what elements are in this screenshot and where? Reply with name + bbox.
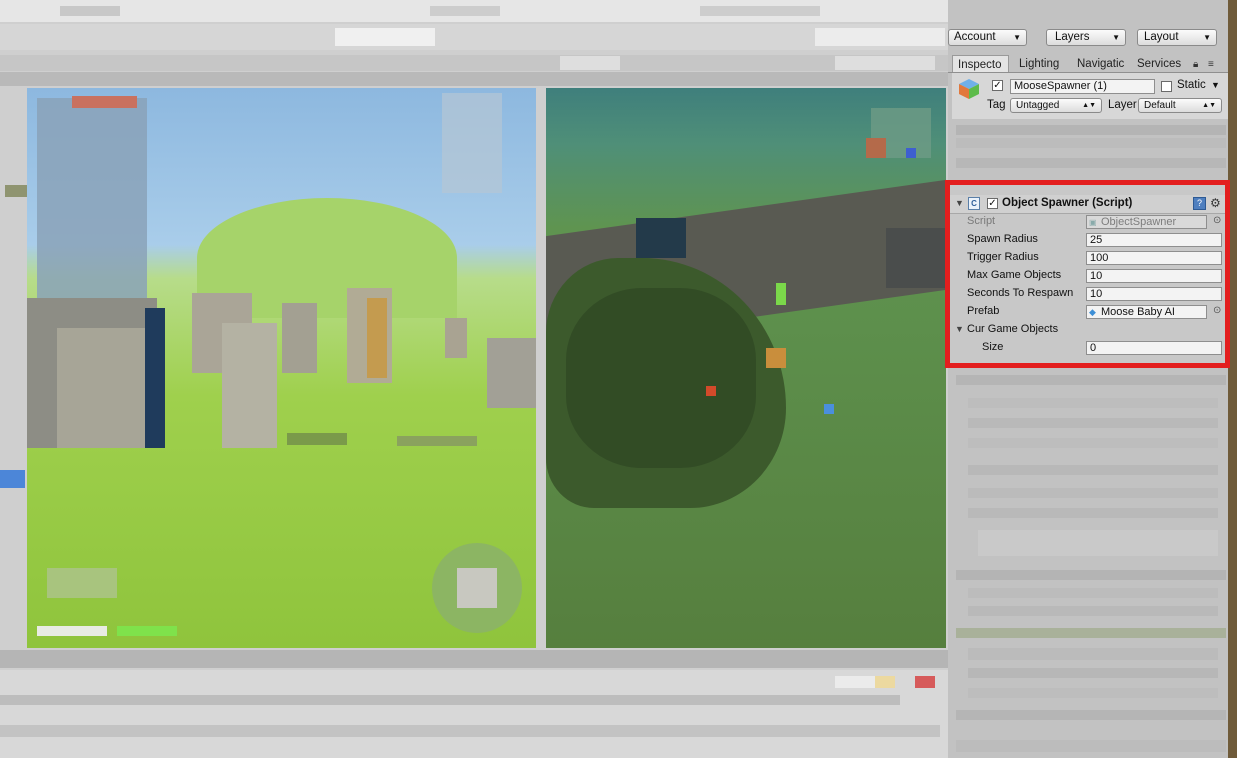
cur-game-objects-label[interactable]: Cur Game Objects bbox=[967, 323, 1058, 335]
help-book-icon[interactable]: ? bbox=[1193, 197, 1206, 210]
trigger-radius-label: Trigger Radius bbox=[967, 251, 1039, 263]
object-picker-icon[interactable]: ⊙ bbox=[1213, 215, 1221, 226]
tag-value: Untagged bbox=[1016, 100, 1060, 111]
scene-view[interactable] bbox=[546, 88, 946, 648]
static-checkbox[interactable] bbox=[1161, 81, 1172, 92]
tag-label: Tag bbox=[987, 99, 1006, 111]
active-checkbox[interactable]: ✓ bbox=[992, 80, 1003, 91]
tab-services[interactable]: Services bbox=[1137, 55, 1181, 73]
collapse-arrow-icon[interactable]: ▼ bbox=[955, 198, 964, 208]
layers-dropdown[interactable]: Layers ▼ bbox=[1046, 29, 1126, 46]
gear-icon[interactable]: ⚙ bbox=[1210, 196, 1221, 210]
trigger-radius-field[interactable]: 100 bbox=[1086, 251, 1222, 265]
prefab-field[interactable]: ◆ Moose Baby AI bbox=[1086, 305, 1207, 319]
account-dropdown[interactable]: Account ▼ bbox=[948, 29, 1027, 46]
tab-menu-icon[interactable]: ≡ bbox=[1208, 59, 1214, 70]
prefab-value: Moose Baby AI bbox=[1101, 306, 1175, 318]
size-field[interactable]: 0 bbox=[1086, 341, 1222, 355]
object-name-field[interactable]: MooseSpawner (1) bbox=[1010, 79, 1155, 94]
prefab-cube-icon: ◆ bbox=[1089, 307, 1096, 317]
game-view[interactable] bbox=[27, 88, 536, 648]
layers-label: Layers bbox=[1055, 31, 1090, 43]
tab-navigation[interactable]: Navigatic bbox=[1077, 55, 1124, 73]
dropdown-arrow-icon: ▲▼ bbox=[1082, 102, 1096, 109]
window-edge bbox=[1228, 0, 1237, 758]
seconds-to-respawn-label: Seconds To Respawn bbox=[967, 287, 1074, 299]
script-value: ObjectSpawner bbox=[1101, 216, 1177, 228]
dropdown-arrow-icon: ▼ bbox=[1203, 33, 1211, 42]
script-label: Script bbox=[967, 215, 996, 227]
layout-dropdown[interactable]: Layout ▼ bbox=[1137, 29, 1217, 46]
layer-label: Layer bbox=[1108, 99, 1137, 111]
static-dropdown-arrow-icon[interactable]: ▼ bbox=[1211, 80, 1220, 90]
script-asset-icon: ▣ bbox=[1089, 218, 1097, 227]
prefab-label: Prefab bbox=[967, 305, 1000, 317]
lock-icon[interactable]: 🔒︎ bbox=[1193, 59, 1198, 70]
script-field: ▣ ObjectSpawner bbox=[1086, 215, 1207, 229]
tab-lighting[interactable]: Lighting bbox=[1019, 55, 1059, 73]
component-title: Object Spawner (Script) bbox=[1002, 197, 1133, 209]
seconds-to-respawn-field[interactable]: 10 bbox=[1086, 287, 1222, 301]
component-enabled-checkbox[interactable]: ✓ bbox=[987, 198, 998, 209]
script-file-icon: C bbox=[968, 197, 980, 210]
max-game-objects-label: Max Game Objects bbox=[967, 269, 1062, 281]
object-picker-icon[interactable]: ⊙ bbox=[1213, 305, 1221, 316]
layer-dropdown[interactable]: Default ▲▼ bbox=[1138, 98, 1222, 113]
dropdown-arrow-icon: ▼ bbox=[1112, 33, 1120, 42]
layout-label: Layout bbox=[1144, 31, 1179, 43]
size-label: Size bbox=[982, 341, 1004, 353]
list-expand-arrow-icon[interactable]: ▼ bbox=[955, 324, 964, 334]
layer-value: Default bbox=[1144, 100, 1176, 111]
spawn-radius-label: Spawn Radius bbox=[967, 233, 1038, 245]
account-label: Account bbox=[954, 31, 996, 43]
static-label: Static bbox=[1177, 79, 1206, 91]
gameobject-cube-icon bbox=[958, 78, 980, 100]
dropdown-arrow-icon: ▲▼ bbox=[1202, 102, 1216, 109]
tab-inspector[interactable]: Inspecto bbox=[952, 55, 1009, 73]
editor-area bbox=[0, 0, 948, 758]
dropdown-arrow-icon: ▼ bbox=[1013, 33, 1021, 42]
max-game-objects-field[interactable]: 10 bbox=[1086, 269, 1222, 283]
spawn-radius-field[interactable]: 25 bbox=[1086, 233, 1222, 247]
tag-dropdown[interactable]: Untagged ▲▼ bbox=[1010, 98, 1102, 113]
